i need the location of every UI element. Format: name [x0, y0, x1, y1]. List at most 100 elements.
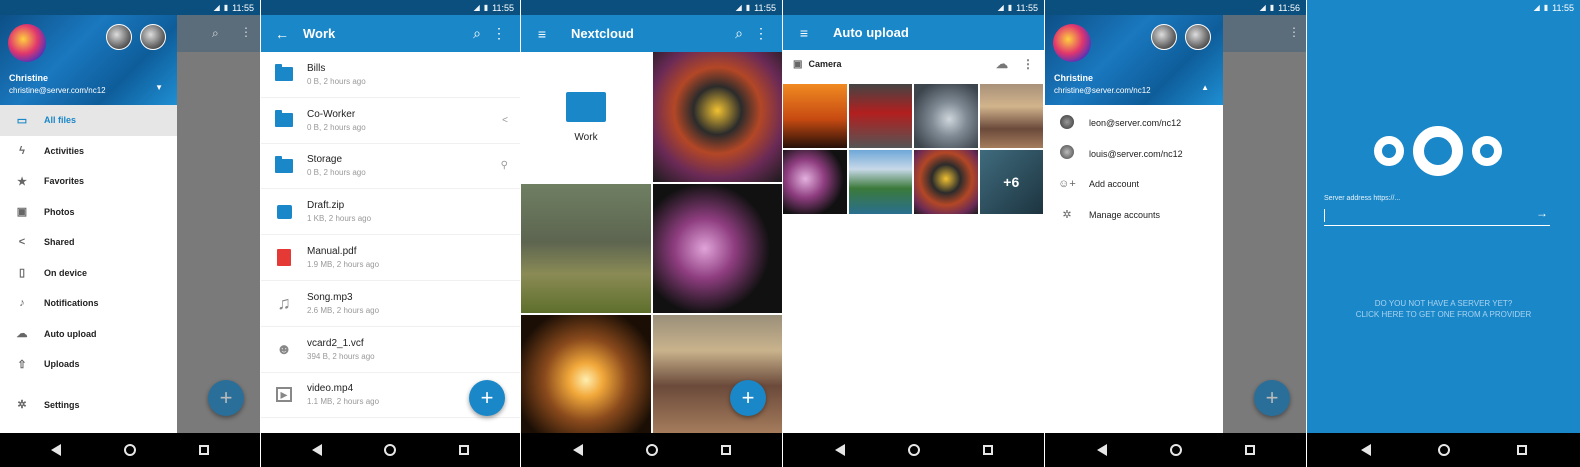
- file-list: Bills 0 B, 2 hours ago Co-Worker 0 B, 2 ho…: [261, 52, 520, 433]
- search-icon[interactable]: ⌕: [466, 25, 488, 42]
- image-tile[interactable]: [914, 150, 978, 214]
- drawer-item-all-files[interactable]: ▭ All files: [0, 105, 177, 136]
- avatar[interactable]: [1053, 24, 1091, 62]
- more-icon[interactable]: ⋮: [750, 25, 772, 42]
- nav-back-button[interactable]: [572, 444, 583, 456]
- avatar-secondary[interactable]: [1185, 24, 1211, 50]
- file-row[interactable]: Manual.pdf 1.9 MB, 2 hours ago: [261, 235, 520, 281]
- image-tile[interactable]: [848, 150, 912, 214]
- menu-icon[interactable]: ≡: [531, 26, 553, 42]
- system-nav-bar: [521, 433, 782, 467]
- arrow-right-icon[interactable]: →: [1536, 206, 1548, 220]
- menu-icon[interactable]: ≡: [793, 25, 815, 41]
- nav-home-button[interactable]: [907, 444, 920, 456]
- nav-home-button[interactable]: [384, 444, 397, 456]
- drawer-item-shared[interactable]: < Shared: [0, 227, 177, 258]
- avatar: [1060, 114, 1074, 129]
- image-tile[interactable]: [653, 315, 782, 433]
- image-tile[interactable]: [521, 315, 651, 433]
- more-images-tile[interactable]: +6: [979, 150, 1043, 214]
- more-icon[interactable]: ⋮: [488, 25, 510, 42]
- panel-work-folder: ◢ ▮ 11:55 ← Work ⌕ ⋮ Bills 0 B, 2 hours a…: [261, 0, 520, 467]
- drawer-item-favorites[interactable]: ★ Favorites: [0, 166, 177, 197]
- link-icon[interactable]: ⚲: [501, 160, 508, 171]
- fab-add-button[interactable]: +: [208, 380, 244, 416]
- file-row[interactable]: Storage 0 B, 2 hours ago ⚲: [261, 144, 520, 190]
- provider-hint-link[interactable]: DO YOU NOT HAVE A SERVER YET? CLICK HERE…: [1307, 298, 1580, 320]
- avatar-secondary[interactable]: [1151, 24, 1177, 50]
- fab-add-button[interactable]: +: [1254, 380, 1290, 416]
- drawer-item-auto-upload[interactable]: ☁ Auto upload: [0, 319, 177, 350]
- nav-back-button[interactable]: [834, 444, 845, 456]
- nav-recents-button[interactable]: [982, 445, 993, 455]
- system-nav-bar: [1045, 433, 1306, 467]
- server-address-input[interactable]: [1324, 206, 1550, 226]
- background-overlay[interactable]: [1223, 52, 1306, 433]
- nav-home-button[interactable]: [645, 444, 658, 456]
- image-tile[interactable]: [653, 184, 782, 313]
- search-icon[interactable]: ⌕: [728, 25, 750, 42]
- image-tile[interactable]: [783, 84, 847, 148]
- nav-back-button[interactable]: [51, 444, 62, 456]
- drawer-item-on-device[interactable]: ▯ On device: [0, 258, 177, 289]
- signal-icon: ◢: [997, 3, 1004, 12]
- drawer-header: Christine christine@server.com/nc12 ▼: [0, 15, 177, 105]
- nav-recents-button[interactable]: [458, 445, 469, 455]
- system-nav-bar: [1307, 433, 1580, 467]
- drawer-item-activities[interactable]: ϟ Activities: [0, 136, 177, 167]
- chevron-up-icon[interactable]: ▲: [1201, 83, 1209, 92]
- image-tile[interactable]: [914, 84, 978, 148]
- folder-tile[interactable]: Work: [521, 52, 651, 182]
- fab-add-button[interactable]: +: [469, 380, 505, 416]
- folder-icon: [566, 91, 606, 122]
- nav-recents-button[interactable]: [198, 445, 209, 455]
- signal-icon: ◢: [473, 3, 480, 12]
- back-arrow-icon[interactable]: ←: [271, 26, 293, 42]
- image-tile[interactable]: [521, 184, 651, 313]
- nav-recents-button[interactable]: [1516, 445, 1527, 455]
- nav-home-button[interactable]: [1169, 444, 1182, 456]
- file-row[interactable]: Bills 0 B, 2 hours ago: [261, 52, 520, 98]
- bolt-icon: ϟ: [19, 144, 25, 157]
- avatar-secondary[interactable]: [106, 24, 132, 50]
- avatar-secondary[interactable]: [140, 24, 166, 50]
- more-icon: ⋮: [1288, 25, 1300, 39]
- status-time: 11:55: [754, 2, 776, 13]
- nav-recents-button[interactable]: [720, 445, 731, 455]
- drawer-item-uploads[interactable]: ⇧ Uploads: [0, 349, 177, 380]
- image-tile[interactable]: [848, 84, 912, 148]
- image-tile[interactable]: [783, 150, 847, 214]
- gear-icon: ✲: [17, 399, 27, 412]
- account-menu: leon@server.com/nc12 louis@server.com/nc…: [1045, 105, 1223, 433]
- manage-accounts-item[interactable]: ✲ Manage accounts: [1045, 200, 1223, 231]
- nav-home-button[interactable]: [1437, 444, 1450, 456]
- file-row[interactable]: ☻ vcard2_1.vcf 394 B, 2 hours ago: [261, 327, 520, 373]
- server-address-label: Server address https://...: [1324, 195, 1401, 202]
- fab-add-button[interactable]: +: [730, 380, 766, 416]
- add-person-icon: ☺+: [1058, 178, 1076, 191]
- nav-back-button[interactable]: [312, 444, 323, 456]
- account-item-louis[interactable]: louis@server.com/nc12: [1045, 139, 1223, 170]
- star-icon: ★: [17, 175, 27, 188]
- more-icon[interactable]: ⋮: [1022, 57, 1034, 71]
- drawer-item-notifications[interactable]: ♪ Notifications: [0, 288, 177, 319]
- file-row[interactable]: ♫ Song.mp3 2.6 MB, 2 hours ago: [261, 281, 520, 327]
- nav-recents-button[interactable]: [1244, 445, 1255, 455]
- image-tile[interactable]: [653, 52, 782, 182]
- file-row[interactable]: Draft.zip 1 KB, 2 hours ago: [261, 189, 520, 236]
- background-overlay[interactable]: [177, 52, 260, 433]
- chevron-down-icon[interactable]: ▼: [155, 83, 163, 92]
- drawer-item-photos[interactable]: ▣ Photos: [0, 197, 177, 228]
- nav-back-button[interactable]: [1360, 444, 1371, 456]
- add-account-item[interactable]: ☺+ Add account: [1045, 169, 1223, 200]
- nav-back-button[interactable]: [1096, 444, 1107, 456]
- file-row[interactable]: Co-Worker 0 B, 2 hours ago <: [261, 98, 520, 144]
- cloud-off-icon[interactable]: ☁: [996, 57, 1008, 71]
- avatar: [1060, 145, 1074, 160]
- avatar[interactable]: [8, 24, 46, 62]
- drawer-item-settings[interactable]: ✲ Settings: [0, 390, 177, 421]
- share-icon[interactable]: <: [502, 115, 508, 126]
- nav-home-button[interactable]: [123, 444, 136, 456]
- image-tile[interactable]: [979, 84, 1043, 148]
- account-item-leon[interactable]: leon@server.com/nc12: [1045, 108, 1223, 139]
